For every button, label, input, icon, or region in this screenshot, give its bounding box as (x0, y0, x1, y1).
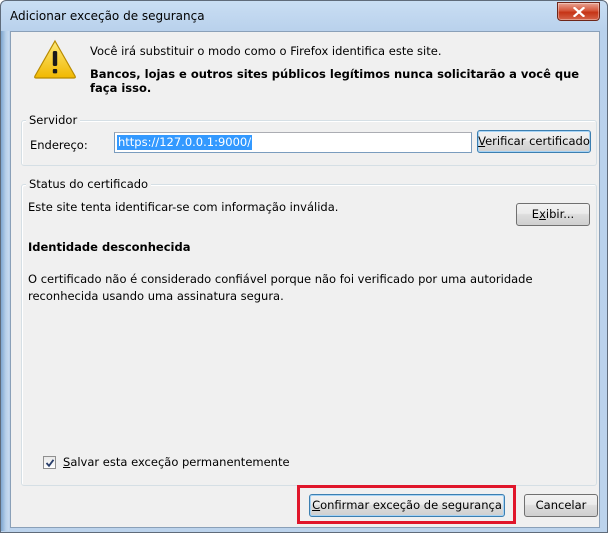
verify-button-label: erificar certificado (485, 134, 590, 148)
address-value: https://127.0.0.1:9000/ (117, 135, 253, 150)
status-message: Este site tenta identificar-se com infor… (28, 200, 339, 214)
server-group-label: Servidor (26, 113, 81, 127)
dialog-content: Você irá substituir o modo como o Firefo… (10, 31, 600, 528)
permanent-exception-checkbox[interactable] (43, 456, 56, 469)
address-label: Endereço: (30, 138, 88, 152)
view-certificate-button[interactable]: Exibir... (516, 203, 590, 226)
verify-certificate-button[interactable]: Verificar certificado (477, 130, 591, 153)
dialog-title: Adicionar exceção de segurança (10, 9, 205, 23)
view-button-accesskey: x (539, 207, 546, 221)
view-button-suffix: ibir... (545, 207, 575, 221)
identity-heading: Identidade desconhecida (28, 240, 191, 254)
dialog-window: Adicionar exceção de segurança Você irá … (0, 0, 608, 533)
server-group: Servidor Endereço: https://127.0.0.1:900… (21, 113, 597, 166)
confirm-button-accesskey: C (312, 498, 321, 512)
warning-bold-message: Bancos, lojas e outros sites públicos le… (90, 67, 580, 95)
close-icon (573, 7, 585, 17)
window-frame-edge (1, 31, 9, 531)
view-button-prefix: E (531, 207, 540, 221)
address-input[interactable]: https://127.0.0.1:9000/ (114, 132, 472, 153)
permanent-exception-label: Salvar esta exceção permanentemente (63, 455, 290, 469)
confirm-exception-button[interactable]: Confirmar exceção de segurança (309, 494, 505, 517)
close-button[interactable] (557, 2, 600, 21)
certificate-explanation: O certificado não é considerado confiáve… (28, 272, 533, 303)
certificate-status-group: Status do certificado Este site tenta id… (21, 177, 597, 486)
confirm-button-label: onfirmar exceção de segurança (320, 498, 502, 512)
title-bar[interactable]: Adicionar exceção de segurança (1, 1, 607, 31)
cancel-button[interactable]: Cancelar (524, 494, 598, 517)
status-group-label: Status do certificado (26, 177, 152, 191)
warning-message: Você irá substituir o modo como o Firefo… (90, 44, 442, 58)
checkmark-icon (45, 459, 55, 468)
warning-triangle-icon (34, 39, 76, 79)
permanent-label-text: alvar esta exceção permanentemente (70, 455, 290, 469)
